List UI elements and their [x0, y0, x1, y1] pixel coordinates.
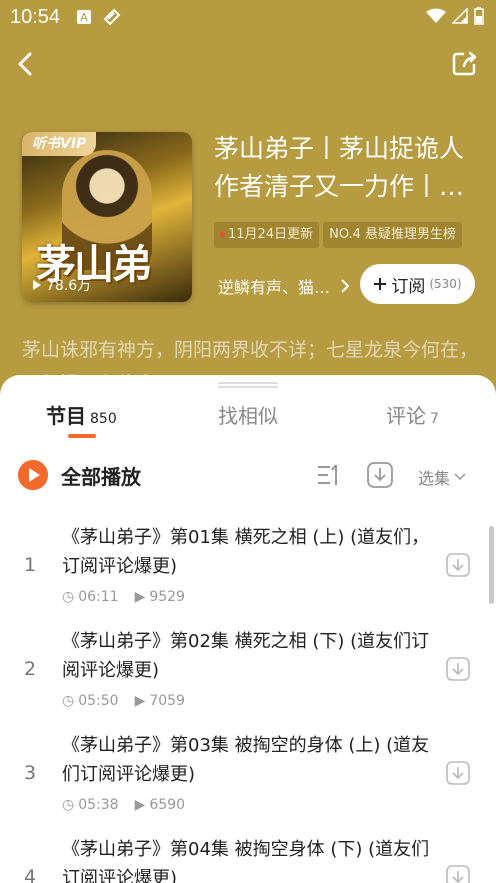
episode-plays-wrap: ▶ 9529 [135, 589, 185, 605]
episode-duration-wrap: ◷ 06:11 [62, 589, 119, 605]
episode-plays: 7059 [149, 693, 185, 709]
episode-number: 4 [24, 866, 37, 883]
status-bar: 10:54 A [0, 0, 496, 36]
author-link[interactable]: 逆鳞有声、猫… [218, 274, 350, 298]
play-count-icon: ▶ [134, 797, 146, 813]
chevron-down-icon [454, 473, 466, 481]
update-dot-icon [220, 232, 225, 237]
episode-meta: ◷ 06:11 ▶ 9529 [62, 589, 185, 605]
status-time: 10:54 [10, 6, 61, 28]
clock-icon: ◷ [62, 693, 75, 709]
chevron-right-icon [341, 279, 350, 293]
tab-similar[interactable]: 找相似 [218, 400, 278, 429]
update-tag-text: 11月24日更新 [228, 227, 314, 242]
download-icon[interactable] [446, 657, 470, 681]
play-icon [33, 280, 41, 290]
tab-comments[interactable]: 评论 7 [386, 400, 439, 429]
active-tab-indicator [68, 434, 96, 438]
play-count-icon: ▶ [134, 589, 146, 605]
episode-duration: 06:11 [78, 589, 119, 605]
wifi-icon [426, 8, 446, 23]
episode-number: 1 [24, 554, 37, 576]
signal-icon [452, 8, 468, 24]
battery-icon [474, 7, 484, 25]
vip-badge: 听书VIP [22, 132, 97, 156]
notification-a-icon: A [77, 10, 91, 24]
episode-plays-wrap: ▶ 6590 [135, 797, 185, 813]
sort-icon[interactable] [316, 462, 342, 488]
episode-title: 《茅山弟子》第01集 横死之相 (上) (道友们，订阅评论爆更) [62, 527, 430, 577]
album-title: 茅山弟子丨茅山捉诡人作者清子又一力作丨… [214, 134, 465, 201]
episode-duration: 05:38 [78, 797, 119, 813]
episode-plays: 9529 [149, 589, 185, 605]
svg-text:A: A [80, 11, 88, 24]
status-right [426, 7, 484, 25]
episode-duration-wrap: ◷ 05:38 [62, 797, 119, 813]
episode-row[interactable]: 2 《茅山弟子》第02集 横死之相 (下) (道友们订阅评论爆更) ◷ 05:50… [0, 627, 496, 731]
episode-duration-wrap: ◷ 05:50 [62, 693, 119, 709]
select-episodes-label: 选集 [418, 469, 451, 488]
episode-duration: 05:50 [78, 693, 119, 709]
tab-label: 节目 [46, 404, 86, 428]
subscribe-count: (530) [429, 277, 462, 291]
episode-title: 《茅山弟子》第02集 横死之相 (下) (道友们订阅评论爆更) [62, 631, 430, 681]
back-arrow-icon[interactable] [12, 50, 40, 78]
episode-title: 《茅山弟子》第04集 被掏空身体 (下) (道友们订阅评论爆更) [62, 839, 430, 883]
episode-number: 2 [24, 658, 37, 680]
select-episodes-dropdown[interactable]: 选集 [418, 465, 466, 489]
author-name: 逆鳞有声、猫… [218, 278, 331, 297]
app-notification-icon [103, 8, 121, 26]
tag-row: 11月24日更新 NO.4 悬疑推理男生榜 [214, 222, 496, 248]
download-icon[interactable] [446, 865, 470, 883]
tab-count: 850 [90, 411, 117, 427]
episode-meta: ◷ 05:50 ▶ 7059 [62, 693, 185, 709]
episode-plays: 6590 [149, 797, 185, 813]
download-icon[interactable] [446, 761, 470, 785]
tab-count: 7 [430, 411, 439, 427]
episode-title: 《茅山弟子》第03集 被掏空的身体 (上) (道友们订阅评论爆更) [62, 735, 430, 785]
clock-icon: ◷ [62, 589, 75, 605]
tab-episodes[interactable]: 节目 850 [46, 400, 117, 429]
download-icon[interactable] [446, 553, 470, 577]
subscribe-label: 订阅 [391, 276, 426, 297]
episode-plays-wrap: ▶ 7059 [135, 693, 185, 709]
episode-meta: ◷ 05:38 ▶ 6590 [62, 797, 185, 813]
play-count-icon: ▶ [134, 693, 146, 709]
clock-icon: ◷ [62, 797, 75, 813]
tab-label: 找相似 [218, 404, 278, 428]
episode-row[interactable]: 1 《茅山弟子》第01集 横死之相 (上) (道友们，订阅评论爆更) ◷ 06:1… [0, 523, 496, 627]
scrollbar[interactable] [489, 526, 494, 604]
sheet-drag-handle[interactable] [218, 382, 278, 388]
tab-label: 评论 [386, 404, 426, 428]
cover-play-count: 78.6万 [32, 275, 91, 295]
play-all-button[interactable]: 全部播放 [61, 461, 141, 490]
share-icon[interactable] [450, 50, 478, 78]
batch-download-icon[interactable] [366, 461, 394, 489]
update-tag: 11月24日更新 [214, 222, 320, 248]
episode-row[interactable]: 4 《茅山弟子》第04集 被掏空身体 (下) (道友们订阅评论爆更) [0, 835, 496, 883]
episode-row[interactable]: 3 《茅山弟子》第03集 被掏空的身体 (上) (道友们订阅评论爆更) ◷ 05:… [0, 731, 496, 835]
play-count-text: 78.6万 [46, 278, 92, 294]
plus-icon [374, 278, 387, 290]
episode-number: 3 [24, 762, 37, 784]
rank-tag[interactable]: NO.4 悬疑推理男生榜 [323, 222, 463, 248]
subscribe-button[interactable]: 订阅 (530) [360, 264, 475, 304]
play-all-icon[interactable] [18, 460, 48, 490]
